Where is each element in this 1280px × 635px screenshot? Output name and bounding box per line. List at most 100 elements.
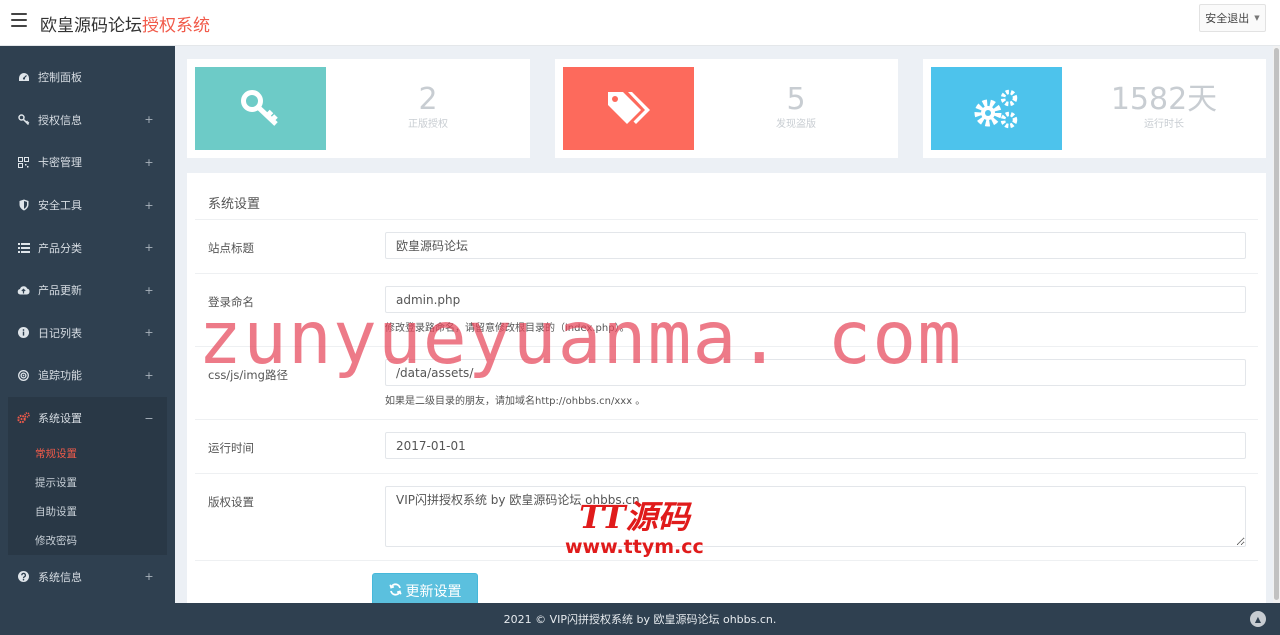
divider	[195, 560, 1258, 561]
qrcode-icon	[17, 156, 30, 169]
assets-path-help: 如果是二级目录的朋友，请加域名http://ohbbs.cn/xxx 。	[385, 396, 646, 407]
sidebar-item-label: 日记列表	[38, 326, 82, 340]
stat-label: 正版授权	[408, 119, 448, 130]
list-icon	[17, 241, 30, 254]
tags-icon	[607, 91, 650, 124]
stat-text: 5 发现盗版	[694, 82, 898, 131]
key-icon	[240, 89, 278, 126]
info-icon	[17, 326, 30, 339]
run-date-input[interactable]	[385, 432, 1246, 459]
expand-icon: +	[144, 155, 154, 169]
collapse-icon: −	[144, 411, 154, 425]
expand-icon: +	[144, 570, 154, 584]
sidebar-item-label: 控制面板	[38, 71, 82, 85]
expand-icon: +	[144, 198, 154, 212]
caret-down-icon: ▼	[1254, 14, 1260, 22]
dashboard-icon	[17, 71, 30, 84]
sidebar-item-dashboard[interactable]: 控制面板	[0, 56, 175, 99]
submenu-notice-settings[interactable]: 提示设置	[8, 468, 167, 497]
sidebar-item-logs[interactable]: 日记列表 +	[0, 312, 175, 355]
gears-icon	[974, 89, 1017, 128]
stat-icon-box	[195, 67, 326, 150]
question-icon	[17, 570, 30, 583]
sidebar-item-system-info[interactable]: 系统信息 +	[0, 555, 175, 598]
login-filename-help: 修改登录路命名，请留意修改根目录的（index.php）。	[385, 323, 630, 334]
settings-panel: 系统设置 站点标题 登录命名 修改登录路命名，请留意修改根目录的（index.p…	[187, 173, 1266, 603]
stat-label: 发现盗版	[776, 119, 816, 130]
submenu-self-service-settings[interactable]: 自助设置	[8, 497, 167, 526]
page-scrollbar-thumb[interactable]	[1274, 48, 1279, 600]
sidebar-item-label: 卡密管理	[38, 156, 82, 170]
copyright-label: 版权设置	[208, 495, 254, 509]
assets-path-input[interactable]	[385, 359, 1246, 386]
stat-card-licenses: 2 正版授权	[187, 59, 530, 158]
sidebar-top-spacer	[0, 46, 175, 56]
sidebar: 控制面板 授权信息 + 卡密管理 + 安全工具 + 产品分类 + 产品更新 +	[0, 46, 175, 603]
stat-text: 1582天 运行时长	[1062, 82, 1266, 131]
target-icon	[17, 369, 30, 382]
stat-card-piracy: 5 发现盗版	[555, 59, 898, 158]
brand-title: 欧皇源码论坛授权系统	[40, 11, 210, 36]
expand-icon: +	[144, 113, 154, 127]
gears-icon	[17, 412, 30, 425]
divider	[195, 346, 1258, 347]
sidebar-item-label: 系统信息	[38, 570, 82, 584]
expand-icon: +	[144, 368, 154, 382]
shield-icon	[17, 199, 30, 212]
update-settings-label: 更新设置	[405, 584, 462, 600]
chevron-up-icon: ▲	[1254, 614, 1262, 624]
sidebar-item-label: 授权信息	[38, 113, 82, 127]
sidebar-item-label: 安全工具	[38, 199, 82, 213]
key-icon	[17, 113, 30, 126]
submenu-change-password[interactable]: 修改密码	[8, 526, 167, 555]
divider	[195, 219, 1258, 220]
site-title-label: 站点标题	[208, 241, 254, 255]
sidebar-item-updates[interactable]: 产品更新 +	[0, 269, 175, 312]
logout-label: 安全退出	[1205, 12, 1250, 25]
stat-icon-box	[563, 67, 694, 150]
update-settings-button[interactable]: 更新设置	[372, 573, 478, 603]
sidebar-group-settings: 系统设置 − 常规设置 提示设置 自助设置 修改密码	[8, 396, 167, 556]
sidebar-item-categories[interactable]: 产品分类 +	[0, 226, 175, 269]
menu-toggle-icon[interactable]	[11, 13, 27, 27]
divider	[195, 273, 1258, 274]
copyright-textarea[interactable]: VIP闪拼授权系统 by 欧皇源码论坛 ohbbs.cn	[385, 486, 1246, 547]
submenu-general-settings[interactable]: 常规设置	[8, 439, 167, 468]
brand-accent: 授权系统	[142, 16, 210, 36]
sidebar-item-label: 产品更新	[38, 284, 82, 298]
sidebar-item-license[interactable]: 授权信息 +	[0, 99, 175, 142]
stat-card-uptime: 1582天 运行时长	[923, 59, 1266, 158]
footer: 2021 © VIP闪拼授权系统 by 欧皇源码论坛 ohbbs.cn.	[0, 603, 1280, 635]
sidebar-item-security[interactable]: 安全工具 +	[0, 184, 175, 227]
stat-value: 2	[418, 82, 438, 117]
expand-icon: +	[144, 241, 154, 255]
brand-prefix: 欧皇源码论坛	[40, 16, 142, 36]
stat-icon-box	[931, 67, 1062, 150]
site-title-input[interactable]	[385, 232, 1246, 259]
stat-value: 5	[786, 82, 806, 117]
panel-title: 系统设置	[208, 197, 261, 212]
top-header: 欧皇源码论坛授权系统 安全退出 ▼	[0, 0, 1280, 46]
run-date-label: 运行时间	[208, 441, 254, 455]
cloud-upload-icon	[17, 284, 30, 297]
stat-label: 运行时长	[1144, 119, 1184, 130]
refresh-icon	[388, 582, 402, 600]
divider	[195, 419, 1258, 420]
sidebar-item-settings[interactable]: 系统设置 −	[8, 397, 167, 440]
stat-text: 2 正版授权	[326, 82, 530, 131]
divider	[195, 473, 1258, 474]
expand-icon: +	[144, 283, 154, 297]
login-filename-input[interactable]	[385, 286, 1246, 313]
login-filename-label: 登录命名	[208, 295, 254, 309]
expand-icon: +	[144, 326, 154, 340]
footer-text: 2021 © VIP闪拼授权系统 by 欧皇源码论坛 ohbbs.cn.	[503, 613, 777, 626]
sidebar-item-tracking[interactable]: 追踪功能 +	[0, 354, 175, 397]
logout-button[interactable]: 安全退出 ▼	[1199, 4, 1266, 32]
stat-value: 1582天	[1110, 82, 1218, 117]
sidebar-item-label: 系统设置	[38, 412, 82, 426]
scroll-top-button[interactable]: ▲	[1250, 611, 1266, 627]
sidebar-item-label: 产品分类	[38, 241, 82, 255]
sidebar-item-cards[interactable]: 卡密管理 +	[0, 141, 175, 184]
sidebar-item-label: 追踪功能	[38, 369, 82, 383]
assets-path-label: css/js/img路径	[208, 368, 288, 382]
